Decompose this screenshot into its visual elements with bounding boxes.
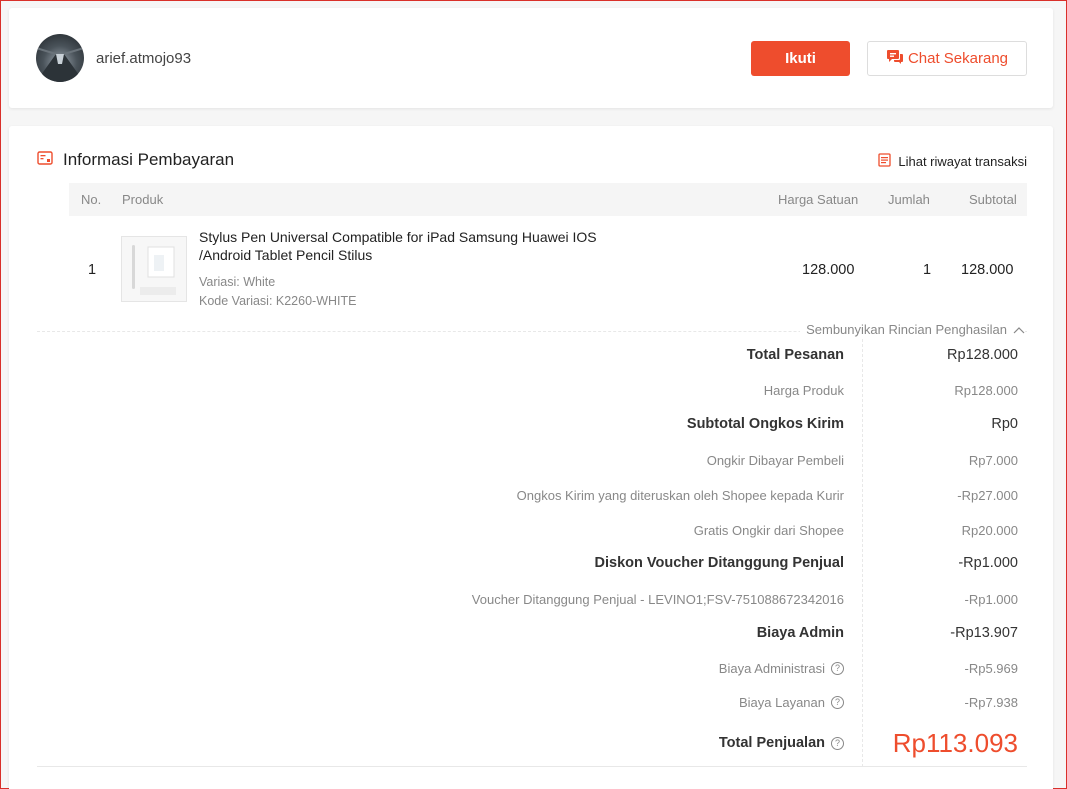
col-subtotal: Subtotal <box>969 192 1017 207</box>
breakdown-label: Total Pesanan <box>746 347 844 363</box>
payment-icon <box>37 150 53 170</box>
hide-income-details-toggle[interactable]: Sembunyikan Rincian Penghasilan <box>800 322 1025 337</box>
col-product: Produk <box>122 192 164 207</box>
breakdown-label: Ongkos Kirim yang diteruskan oleh Shopee… <box>516 488 844 503</box>
breakdown-row-diskon-voucher: Diskon Voucher Ditanggung Penjual -Rp1.0… <box>9 555 1053 575</box>
breakdown-value: -Rp7.938 <box>964 695 1018 710</box>
chat-now-button[interactable]: Chat Sekarang <box>867 41 1027 76</box>
breakdown-row-biaya-admin: Biaya Admin -Rp13.907 <box>9 625 1053 645</box>
breakdown-label: Diskon Voucher Ditanggung Penjual <box>594 555 844 571</box>
breakdown-row-subtotal-ongkir: Subtotal Ongkos Kirim Rp0 <box>9 416 1053 436</box>
breakdown-value: Rp20.000 <box>961 523 1018 538</box>
row-subtotal: 128.000 <box>961 262 1014 278</box>
chat-bubble-icon <box>886 49 904 69</box>
breakdown-label: Voucher Ditanggung Penjual - LEVINO1;FSV… <box>471 592 844 607</box>
breakdown-label: Total Penjualan <box>718 735 825 751</box>
breakdown-label: Biaya Admin <box>756 625 844 641</box>
breakdown-label: Ongkir Dibayar Pembeli <box>706 453 844 468</box>
avatar[interactable] <box>36 34 84 82</box>
history-link-label: Lihat riwayat transaksi <box>898 154 1027 169</box>
col-quantity: Jumlah <box>888 192 930 207</box>
breakdown-value: -Rp13.907 <box>950 625 1018 641</box>
product-table-header: No. Produk Harga Satuan Jumlah Subtotal <box>69 183 1027 216</box>
breakdown-label: Gratis Ongkir dari Shopee <box>693 523 844 538</box>
chevron-up-icon <box>1013 322 1025 337</box>
breakdown-row-total-penjualan: Total Penjualan ? Rp113.093 <box>9 728 1053 760</box>
breakdown-value: -Rp1.000 <box>958 555 1018 571</box>
breakdown-row-ongkir-kurir: Ongkos Kirim yang diteruskan oleh Shopee… <box>9 488 1053 508</box>
payment-info-card: Informasi Pembayaran Lihat riwayat trans… <box>9 126 1053 789</box>
breakdown-value: Rp0 <box>991 416 1018 432</box>
breakdown-label: Biaya Administrasi <box>718 661 825 676</box>
unit-price: 128.000 <box>802 262 855 278</box>
question-circle-icon[interactable]: ? <box>831 736 844 750</box>
breakdown-value: -Rp5.969 <box>964 661 1018 676</box>
col-no: No. <box>81 192 102 207</box>
product-image[interactable] <box>121 236 187 302</box>
receipt-icon <box>878 153 892 170</box>
seller-card: arief.atmojo93 Ikuti Chat Sekarang <box>9 8 1053 108</box>
breakdown-label: Harga Produk <box>763 383 844 398</box>
product-variation: Variasi: White <box>199 275 276 289</box>
question-circle-icon[interactable]: ? <box>831 696 844 709</box>
breakdown-row-biaya-layanan: Biaya Layanan ? -Rp7.938 <box>9 695 1053 715</box>
breakdown-row-biaya-administrasi: Biaya Administrasi ? -Rp5.969 <box>9 661 1053 681</box>
breakdown-value: -Rp27.000 <box>957 488 1018 503</box>
breakdown-row-ongkir-pembeli: Ongkir Dibayar Pembeli Rp7.000 <box>9 453 1053 473</box>
breakdown-value: Rp7.000 <box>968 453 1018 468</box>
breakdown-value: -Rp1.000 <box>964 592 1018 607</box>
breakdown-value: Rp128.000 <box>947 347 1018 363</box>
follow-button[interactable]: Ikuti <box>751 41 850 76</box>
breakdown-row-voucher-penjual: Voucher Ditanggung Penjual - LEVINO1;FSV… <box>9 592 1053 612</box>
col-unit-price: Harga Satuan <box>778 192 859 207</box>
divider <box>37 766 1027 767</box>
seller-username[interactable]: arief.atmojo93 <box>96 50 191 67</box>
product-name[interactable]: Stylus Pen Universal Compatible for iPad… <box>199 228 629 264</box>
chat-now-label: Chat Sekarang <box>907 50 1009 67</box>
section-header: Informasi Pembayaran <box>37 150 234 170</box>
breakdown-label-with-help: Total Penjualan ? <box>719 735 844 751</box>
breakdown-label-with-help: Biaya Administrasi ? <box>719 661 844 676</box>
table-row: 1 Stylus Pen Universal Compatible for iP… <box>69 216 1027 326</box>
breakdown-label: Biaya Layanan <box>738 695 825 710</box>
total-sales-value: Rp113.093 <box>892 728 1018 758</box>
hide-details-label: Sembunyikan Rincian Penghasilan <box>806 322 1007 337</box>
breakdown-row-gratis-ongkir: Gratis Ongkir dari Shopee Rp20.000 <box>9 523 1053 543</box>
product-variation-code: Kode Variasi: K2260-WHITE <box>199 294 357 308</box>
breakdown-value: Rp128.000 <box>954 383 1018 398</box>
breakdown-label-with-help: Biaya Layanan ? <box>739 695 844 710</box>
breakdown-row-harga-produk: Harga Produk Rp128.000 <box>9 383 1053 403</box>
breakdown-row-total-pesanan: Total Pesanan Rp128.000 <box>9 347 1053 367</box>
transaction-history-link[interactable]: Lihat riwayat transaksi <box>878 153 1027 170</box>
row-number: 1 <box>88 262 97 278</box>
question-circle-icon[interactable]: ? <box>831 662 844 675</box>
section-title: Informasi Pembayaran <box>63 150 235 169</box>
quantity: 1 <box>923 262 932 278</box>
breakdown-label: Subtotal Ongkos Kirim <box>686 416 844 432</box>
